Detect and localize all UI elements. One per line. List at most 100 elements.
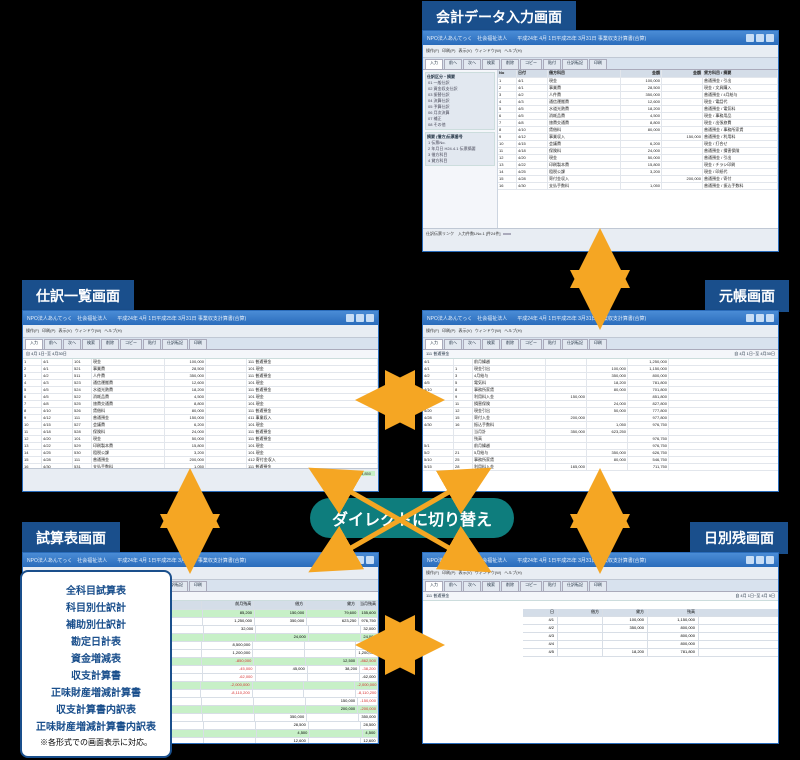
table-row[interactable]: 114/18528保険料24,000111 普通預金 <box>23 429 378 436</box>
table-row[interactable]: 124/20101現金50,000111 普通預金 <box>23 436 378 443</box>
tab[interactable]: 入力 <box>425 59 443 69</box>
table-row[interactable]: 34/2511人件費350,000111 普通預金 <box>23 373 378 380</box>
table-row[interactable]: 84/10賃借料80,000普通預金 / 事務所家賃 <box>498 127 778 134</box>
table-row[interactable]: 4/1100,0001,150,000 <box>523 617 778 625</box>
table-row[interactable]: 4/4800,000 <box>523 641 778 649</box>
tab[interactable]: 次へ <box>463 59 481 69</box>
window-controls[interactable] <box>746 34 774 42</box>
tab[interactable]: 前へ <box>44 339 62 349</box>
menu-item[interactable]: ウィンドウ(W) <box>475 570 501 576</box>
tab[interactable]: 次へ <box>63 339 81 349</box>
tab[interactable]: 削除 <box>501 59 519 69</box>
menu-item[interactable]: 表示(V) <box>458 48 471 54</box>
menu-item[interactable]: ウィンドウ(W) <box>475 48 501 54</box>
table-row[interactable]: 4/129利用料入金150,000851,800 <box>423 394 778 401</box>
menu-item[interactable]: ヘルプ(H) <box>504 48 522 54</box>
tab[interactable]: コピー <box>520 339 542 349</box>
menu-item[interactable]: 操作(F) <box>426 328 439 334</box>
table-row[interactable]: 164/30支払手数料1,050普通預金 / 振込手数料 <box>498 183 778 190</box>
menu-item[interactable]: ヘルプ(H) <box>104 328 122 334</box>
menu-item[interactable]: ウィンドウ(W) <box>475 328 501 334</box>
table-row[interactable]: 74/8旅費交通費8,800現金 / 出張旅費 <box>498 120 778 127</box>
table-row[interactable]: 104/15527会議費6,200101 現金 <box>23 422 378 429</box>
table-row[interactable]: 4/2815寄付入金200,000977,800 <box>423 415 778 422</box>
table-row[interactable]: 4/3016振込手数料1,050976,750 <box>423 422 778 429</box>
tab[interactable]: 貼付 <box>543 581 561 591</box>
tab[interactable]: 仕訳転記 <box>562 59 588 69</box>
tab[interactable]: コピー <box>520 581 542 591</box>
table-row[interactable]: 154/28111普通預金200,000412 寄付金収入 <box>23 457 378 464</box>
table-row[interactable]: 4/1811損害保険24,000827,800 <box>423 401 778 408</box>
table-row[interactable]: 24/1521事業費28,500101 現金 <box>23 366 378 373</box>
tab[interactable]: 次へ <box>463 339 481 349</box>
table-row[interactable]: 134/22印刷製本費15,800現金 / チラシ印刷 <box>498 162 778 169</box>
tab[interactable]: 貼付 <box>143 339 161 349</box>
menu-item[interactable]: 操作(F) <box>426 48 439 54</box>
table-row[interactable]: 84/10526賃借料80,000111 普通預金 <box>23 408 378 415</box>
menu-item[interactable]: 表示(V) <box>58 328 71 334</box>
table-row[interactable]: 4/3800,000 <box>523 633 778 641</box>
table-row[interactable]: 74/8525旅費交通費8,800101 現金 <box>23 401 378 408</box>
table-row[interactable]: 94/12事業収入150,000普通預金 / 利用料 <box>498 134 778 141</box>
table-row[interactable]: 4/518,200781,800 <box>523 649 778 657</box>
ledger-grid[interactable]: 4/1前月繰越1,250,0004/11現金引出100,0001,150,000… <box>423 359 778 492</box>
table-row[interactable]: 5/2215月給与350,000626,750 <box>423 450 778 457</box>
footer-input[interactable] <box>503 233 511 235</box>
table-row[interactable]: 144/25530租税公課3,200101 現金 <box>23 450 378 457</box>
entry-grid[interactable]: No日付借方科目金額金額貸方科目 / 摘要14/1現金100,000普通預金 /… <box>498 70 778 252</box>
table-row[interactable]: 104/15会議費6,200現金 / 打合せ <box>498 141 778 148</box>
tab[interactable]: 貼付 <box>543 59 561 69</box>
menu-item[interactable]: 表示(V) <box>458 570 471 576</box>
menu-item[interactable]: 表示(V) <box>458 328 471 334</box>
tab[interactable]: 前へ <box>444 581 462 591</box>
menu-item[interactable]: 操作(F) <box>426 570 439 576</box>
tab[interactable]: 印刷 <box>589 59 607 69</box>
tab[interactable]: 入力 <box>25 339 43 349</box>
tab[interactable]: コピー <box>120 339 142 349</box>
tab[interactable]: 前へ <box>444 339 462 349</box>
tab[interactable]: 検索 <box>482 581 500 591</box>
tab[interactable]: コピー <box>520 59 542 69</box>
table-row[interactable]: 44/3通信運搬費12,600現金 / 電話代 <box>498 99 778 106</box>
tab[interactable]: 印刷 <box>189 339 207 349</box>
table-row[interactable]: 4/2012現金引出50,000777,800 <box>423 408 778 415</box>
tab[interactable]: 検索 <box>482 59 500 69</box>
tab[interactable]: 検索 <box>482 339 500 349</box>
table-row[interactable]: 144/25租税公課3,200現金 / 印紙代 <box>498 169 778 176</box>
tab[interactable]: 入力 <box>425 581 443 591</box>
tab[interactable]: 削除 <box>101 339 119 349</box>
table-row[interactable]: 34/2人件費350,000普通預金 / 4月給与 <box>498 92 778 99</box>
tab[interactable]: 前へ <box>444 59 462 69</box>
toolbar-tabs[interactable]: 入力前へ次へ検索削除コピー貼付仕訳転記印刷 <box>423 58 778 70</box>
table-row[interactable]: 当月計350,000623,250 <box>423 429 778 436</box>
tab[interactable]: 検索 <box>82 339 100 349</box>
table-row[interactable]: 54/5水道光熱費18,200普通預金 / 電気料 <box>498 106 778 113</box>
tab[interactable]: 削除 <box>501 581 519 591</box>
table-row[interactable]: 5/1528利用料入金165,000711,750 <box>423 464 778 471</box>
tab[interactable]: 仕訳転記 <box>562 581 588 591</box>
table-row[interactable]: 124/20現金50,000普通預金 / 引出 <box>498 155 778 162</box>
table-row[interactable]: 4/2350,000800,000 <box>523 625 778 633</box>
tab[interactable]: 仕訳転記 <box>562 339 588 349</box>
table-row[interactable]: 154/28寄付金収入200,000普通預金 / 寄付 <box>498 176 778 183</box>
menu-item[interactable]: 印刷(P) <box>442 328 455 334</box>
table-row[interactable]: 94/12111普通預金150,000411 事業収入 <box>23 415 378 422</box>
table-row[interactable]: 4/1前月繰越1,250,000 <box>423 359 778 366</box>
tab[interactable]: 入力 <box>425 339 443 349</box>
menubar[interactable]: 操作(F)印刷(P)表示(V)ウィンドウ(W)ヘルプ(H) <box>423 45 778 58</box>
table-row[interactable]: 44/3523通信運搬費12,600101 現金 <box>23 380 378 387</box>
menu-item[interactable]: 印刷(P) <box>442 570 455 576</box>
table-row[interactable]: 4/55電気料18,200781,800 <box>423 380 778 387</box>
daily-grid[interactable]: 日借方貸方残高4/1100,0001,150,0004/2350,000800,… <box>523 609 778 657</box>
tab[interactable]: 印刷 <box>589 581 607 591</box>
table-row[interactable]: 残高976,750 <box>423 436 778 443</box>
tab[interactable]: 貼付 <box>543 339 561 349</box>
table-row[interactable]: 64/5消耗品費4,500現金 / 事務用品 <box>498 113 778 120</box>
table-row[interactable]: 4/108事務所家賃80,000701,800 <box>423 387 778 394</box>
tab[interactable]: 仕訳転記 <box>162 339 188 349</box>
menu-item[interactable]: ヘルプ(H) <box>504 570 522 576</box>
table-row[interactable]: 5/1025事務所家賃80,000546,750 <box>423 457 778 464</box>
table-row[interactable]: 14/1101現金100,000111 普通預金 <box>23 359 378 366</box>
table-row[interactable]: 4/11現金引出100,0001,150,000 <box>423 366 778 373</box>
table-row[interactable]: 4/234月給与350,000800,000 <box>423 373 778 380</box>
